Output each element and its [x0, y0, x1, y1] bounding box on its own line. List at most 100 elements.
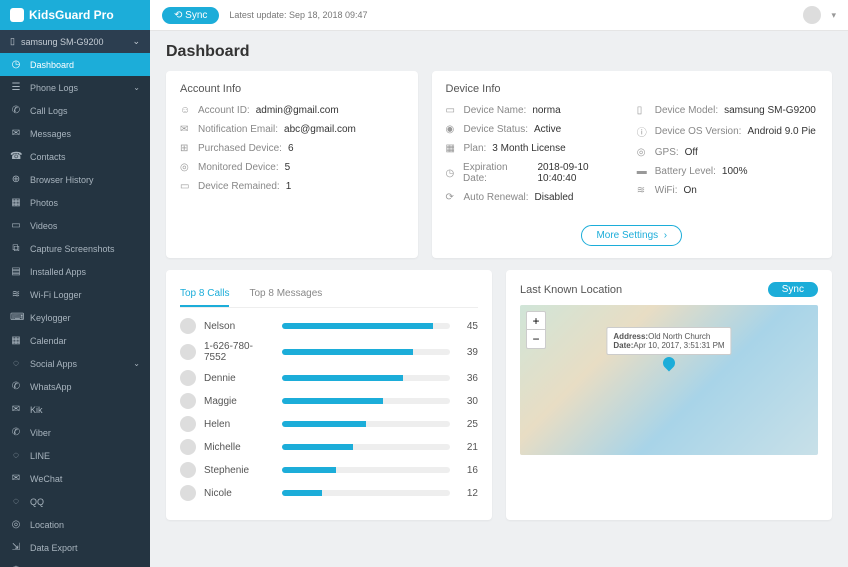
nav-icon: ▦ [10, 335, 22, 346]
nav-list: ◷Dashboard☰Phone Logs⌄✆Call Logs✉Message… [0, 53, 150, 567]
chevron-down-icon: ⌄ [133, 83, 140, 92]
avatar [180, 485, 196, 501]
main: ⟲ Sync Latest update: Sep 18, 2018 09:47… [150, 0, 848, 567]
nav-icon: ▦ [10, 197, 22, 208]
top-calls-card: Top 8 Calls Top 8 Messages Nelson451-626… [166, 270, 492, 520]
info-line: ◎Monitored Device: 5 [180, 162, 404, 173]
account-title: Account Info [180, 83, 404, 95]
avatar [180, 318, 196, 334]
nav-icon: ☰ [10, 82, 22, 93]
call-row: Michelle21 [180, 439, 478, 455]
nav-icon: ✉ [10, 128, 22, 139]
device-info-card: Device Info ▭Device Name: norma◉Device S… [432, 71, 833, 258]
call-row: Maggie30 [180, 393, 478, 409]
nav-icon: ◌ [10, 358, 22, 369]
location-sync-button[interactable]: Sync [768, 282, 818, 297]
nav-icon: ≋ [10, 289, 22, 300]
nav-item-qq[interactable]: ◌QQ [0, 490, 150, 513]
info-icon: ⓘ [637, 124, 649, 139]
nav-item-contacts[interactable]: ☎Contacts [0, 145, 150, 168]
info-icon: ▭ [180, 181, 192, 192]
zoom-in-button[interactable]: + [527, 312, 545, 330]
call-row: Helen25 [180, 416, 478, 432]
map-popup: Address:Old North Church Date:Apr 10, 20… [606, 327, 731, 355]
info-line: ▯Device Model: samsung SM-G9200 [637, 105, 818, 116]
nav-item-photos[interactable]: ▦Photos [0, 191, 150, 214]
nav-item-installed-apps[interactable]: ▤Installed Apps [0, 260, 150, 283]
nav-item-whatsapp[interactable]: ✆WhatsApp [0, 375, 150, 398]
info-icon: ☺ [180, 105, 192, 116]
nav-icon: ✉ [10, 473, 22, 484]
info-line: ◉Device Status: Active [446, 124, 627, 135]
nav-item-wechat[interactable]: ✉WeChat [0, 467, 150, 490]
info-icon: ≋ [637, 185, 649, 196]
tab-top-messages[interactable]: Top 8 Messages [249, 282, 322, 307]
brand-text: KidsGuard Pro [29, 8, 114, 22]
nav-item-wi-fi-logger[interactable]: ≋Wi-Fi Logger [0, 283, 150, 306]
nav-item-location[interactable]: ◎Location [0, 513, 150, 536]
device-selector[interactable]: ▯samsung SM-G9200 ⌄ [0, 30, 150, 53]
info-icon: ◎ [637, 147, 649, 158]
info-line: ▭Device Remained: 1 [180, 181, 404, 192]
nav-item-call-logs[interactable]: ✆Call Logs [0, 99, 150, 122]
nav-icon: ✆ [10, 105, 22, 116]
more-settings-button[interactable]: More Settings › [581, 225, 682, 246]
call-row: Dennie36 [180, 370, 478, 386]
nav-item-capture-screenshots[interactable]: ⧉Capture Screenshots [0, 237, 150, 260]
nav-item-phone-logs[interactable]: ☰Phone Logs⌄ [0, 76, 150, 99]
nav-icon: ◌ [10, 496, 22, 507]
info-line: ▦Plan: 3 Month License [446, 143, 627, 154]
map[interactable]: + − Address:Old North Church Date:Apr 10… [520, 305, 818, 455]
info-line: ✉Notification Email: abc@gmail.com [180, 124, 404, 135]
nav-item-settings[interactable]: ⚙Settings [0, 559, 150, 567]
nav-icon: ⌨ [10, 312, 22, 323]
last-update: Latest update: Sep 18, 2018 09:47 [229, 10, 367, 20]
page-title: Dashboard [166, 43, 832, 61]
nav-icon: ▤ [10, 266, 22, 277]
info-icon: ✉ [180, 124, 192, 135]
sidebar: KidsGuard Pro ▯samsung SM-G9200 ⌄ ◷Dashb… [0, 0, 150, 567]
nav-icon: ◌ [10, 450, 22, 461]
nav-item-calendar[interactable]: ▦Calendar [0, 329, 150, 352]
info-line: ◎GPS: Off [637, 147, 818, 158]
avatar [180, 462, 196, 478]
chevron-down-icon: ⌄ [133, 359, 140, 368]
nav-item-dashboard[interactable]: ◷Dashboard [0, 53, 150, 76]
call-row: Nelson45 [180, 318, 478, 334]
info-icon: ▭ [446, 105, 458, 116]
map-zoom: + − [526, 311, 546, 349]
nav-item-data-export[interactable]: ⇲Data Export [0, 536, 150, 559]
user-avatar[interactable] [803, 6, 821, 24]
call-row: Stephenie16 [180, 462, 478, 478]
zoom-out-button[interactable]: − [527, 330, 545, 348]
nav-item-social-apps[interactable]: ◌Social Apps⌄ [0, 352, 150, 375]
brand: KidsGuard Pro [0, 0, 150, 30]
tab-top-calls[interactable]: Top 8 Calls [180, 282, 229, 307]
nav-icon: ✆ [10, 427, 22, 438]
nav-item-viber[interactable]: ✆Viber [0, 421, 150, 444]
location-card: Last Known Location Sync + − Address:Old… [506, 270, 832, 520]
nav-item-messages[interactable]: ✉Messages [0, 122, 150, 145]
nav-icon: ✆ [10, 381, 22, 392]
info-icon: ⟳ [446, 192, 458, 203]
nav-icon: ☎ [10, 151, 22, 162]
nav-item-keylogger[interactable]: ⌨Keylogger [0, 306, 150, 329]
nav-icon: ⊕ [10, 174, 22, 185]
nav-item-line[interactable]: ◌LINE [0, 444, 150, 467]
content: Dashboard Account Info ☺Account ID: admi… [150, 31, 848, 567]
avatar [180, 439, 196, 455]
sync-button[interactable]: ⟲ Sync [162, 7, 219, 24]
avatar [180, 344, 196, 360]
topbar: ⟲ Sync Latest update: Sep 18, 2018 09:47… [150, 0, 848, 31]
nav-item-kik[interactable]: ✉Kik [0, 398, 150, 421]
nav-item-browser-history[interactable]: ⊕Browser History [0, 168, 150, 191]
call-row: Nicole12 [180, 485, 478, 501]
chevron-down-icon[interactable]: ▾ [831, 10, 836, 21]
info-icon: ◉ [446, 124, 458, 135]
nav-item-videos[interactable]: ▭Videos [0, 214, 150, 237]
brand-icon [10, 8, 24, 22]
nav-icon: ⧉ [10, 243, 22, 254]
info-line: ⊞Purchased Device: 6 [180, 143, 404, 154]
info-line: ▬Battery Level: 100% [637, 166, 818, 177]
device-title: Device Info [446, 83, 819, 95]
